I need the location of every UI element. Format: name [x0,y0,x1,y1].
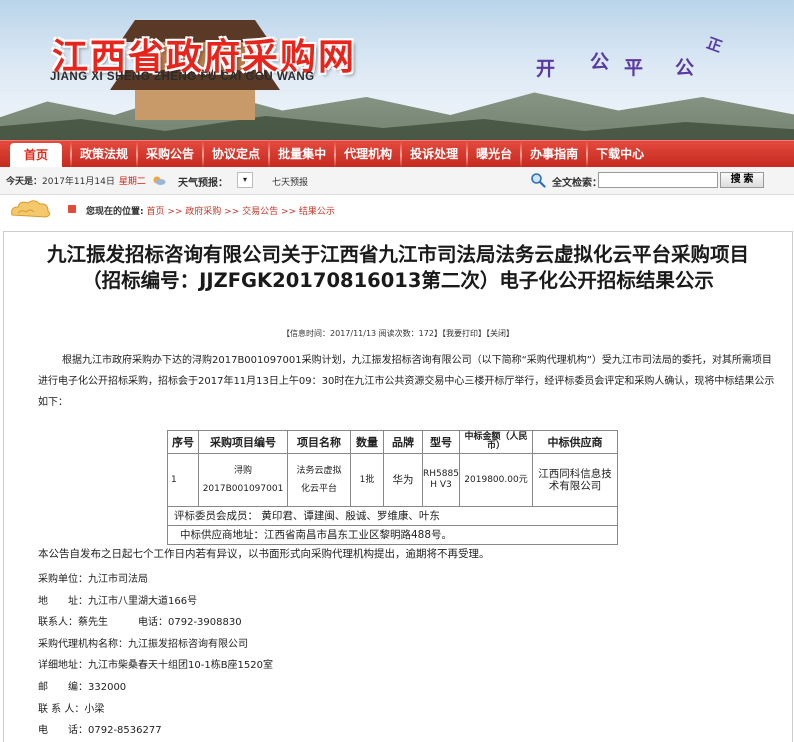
date-label: 今天是： [6,177,43,187]
site-title-pinyin: JIANG XI SHENG ZHENG FU CAI GOU WANG [50,71,315,83]
cell-qty: 1批 [350,453,384,507]
col-header: 项目名称 [287,430,351,454]
contact-line: 详细地址：九江市柴桑春天十组团10-1栋B座1520室 [38,660,274,672]
article-title-line2: （招标编号：JJZFGK20170816013第二次）电子化公开招标结果公示 [82,269,714,292]
breadcrumb-label: 您现在的位置: [86,207,144,217]
nav-item-downloads[interactable]: 下载中心 [596,141,644,168]
info-bar: 今天是：2017年11月14日 星期二 天气预报： ▾ 七天预报 全文检索： 搜 … [0,167,794,195]
slogan-char: 平 [624,57,644,79]
table-row: 中标供应商地址：江西省南昌市昌东工业区黎明路488号。 [167,525,618,545]
nav-separator [334,141,337,168]
nav-separator [268,141,271,168]
current-date: 今天是：2017年11月14日 星期二 [6,174,146,187]
cell-brand: 华为 [383,453,423,507]
main-nav: 首页 政策法规 采购公告 协议定点 批量集中 代理机构 投诉处理 曝光台 办事指… [0,140,794,168]
col-header: 序号 [167,430,199,454]
col-header: 品牌 [383,430,423,454]
col-header: 型号 [422,430,460,454]
nav-item-agreement[interactable]: 协议定点 [212,141,260,168]
slogan-char: 开 [536,58,556,80]
cell-amount: 2019800.00元 [459,453,533,507]
cell-model: RH5885 H V3 [422,453,460,507]
nav-separator [70,141,73,168]
article-title: 九江振发招标咨询有限公司关于江西省九江市司法局法务云虚拟化云平台采购项目 （招标… [4,242,792,294]
col-header: 中标金额（人民币） [459,430,533,454]
cell-no: 1 [167,453,199,507]
article-intro: 根据九江市政府采购办下达的浔购2017B001097001采购计划，九江振发招标… [38,355,775,408]
breadcrumb: 您现在的位置: 首页 >> 政府采购 >> 交易公告 >> 结果公示 [86,204,335,217]
slogan-char: 公 [675,57,695,79]
nav-item-agencies[interactable]: 代理机构 [344,141,392,168]
supplier-address: 中标供应商地址：江西省南昌市昌东工业区黎明路488号。 [167,525,618,545]
cell-supplier: 江西同科信息技 术有限公司 [532,453,618,507]
table-row: 1 浔购 2017B001097001 法务云虚拟 化云平台 1批 华为 RH588… [167,453,618,507]
table-header-row: 序号 采购项目编号 项目名称 数量 品牌 型号 中标金额（人民币） 中标供应商 [167,430,618,454]
weather-label: 天气预报： [178,178,228,189]
search-button[interactable]: 搜 索 [720,172,764,188]
date-value: 2017年11月14日 [42,177,115,187]
weekday: 星期二 [118,177,146,187]
col-header: 中标供应商 [532,430,618,454]
contact-line: 邮 编：332000 [38,681,127,693]
nav-item-batch[interactable]: 批量集中 [278,141,326,168]
article-meta: 【信息时间：2017/11/13 阅读次数：172】【我要打印】【关闭】 [282,329,514,338]
weather-cloud-icon [153,176,166,185]
committee-members: 评标委员会成员： 黄印君、谭建闽、殷诚、罗维康、叶东 [167,506,618,526]
contact-line: 电 话：0792-8536277 [38,725,162,737]
nav-separator [136,141,139,168]
contact-line: 联系人：蔡先生 电话：0792-3908830 [38,617,242,629]
nav-separator [520,141,523,168]
col-header: 采购项目编号 [198,430,288,454]
search-magnifier-icon [531,173,546,188]
cell-name: 法务云虚拟 化云平台 [287,453,351,507]
search-label: 全文检索： [552,178,602,189]
article-title-line1: 九江振发招标咨询有限公司关于江西省九江市司法局法务云虚拟化云平台采购项目 [46,243,749,266]
auspicious-cloud-icon [11,200,51,218]
weather-city-select[interactable]: ▾ [237,172,253,188]
nav-item-guide[interactable]: 办事指南 [530,141,578,168]
nav-item-complaints[interactable]: 投诉处理 [410,141,458,168]
table-row: 评标委员会成员： 黄印君、谭建闽、殷诚、罗维康、叶东 [167,506,618,526]
contact-line: 联 系 人：小梁 [38,703,105,715]
nav-item-procurement-notice[interactable]: 采购公告 [146,141,194,168]
slogan-char: 正 [704,33,725,56]
contact-line: 采购代理机构名称：九江振发招标咨询有限公司 [38,638,248,650]
breadcrumb-bar: 您现在的位置: 首页 >> 政府采购 >> 交易公告 >> 结果公示 [0,195,794,225]
cell-code: 浔购 2017B001097001 [198,453,288,507]
site-banner: 江西省政府采购网 JIANG XI SHENG ZHENG FU CAI GOU… [0,0,794,140]
search-input[interactable] [598,172,718,188]
objection-notice: 本公告自发布之日起七个工作日内若有异议，以书面形式向采购代理机构提出，逾期将不再… [38,548,490,560]
nav-separator [202,141,205,168]
col-header: 数量 [350,430,384,454]
contact-info: 采购单位：九江市司法局 地 址：九江市八里湖大道166号 联系人：蔡先生 电话：… [38,569,273,742]
nav-separator [586,141,589,168]
contact-line: 地 址：九江市八里湖大道166号 [38,595,198,607]
nav-item-home[interactable]: 首页 [10,143,63,168]
bid-result-table: 序号 采购项目编号 项目名称 数量 品牌 型号 中标金额（人民币） 中标供应商 … [167,430,618,545]
nav-separator [400,141,403,168]
location-marker-icon [68,205,76,213]
slogan-char: 公 [590,51,610,73]
article-content: 九江振发招标咨询有限公司关于江西省九江市司法局法务云虚拟化云平台采购项目 （招标… [3,231,793,742]
weather-forecast-link[interactable]: 七天预报 [272,175,308,188]
breadcrumb-path[interactable]: 首页 >> 政府采购 >> 交易公告 >> 结果公示 [146,207,334,217]
contact-line: 采购单位：九江市司法局 [38,574,148,585]
nav-separator [466,141,469,168]
nav-item-exposure[interactable]: 曝光台 [476,141,512,168]
nav-item-policy[interactable]: 政策法规 [80,141,128,168]
